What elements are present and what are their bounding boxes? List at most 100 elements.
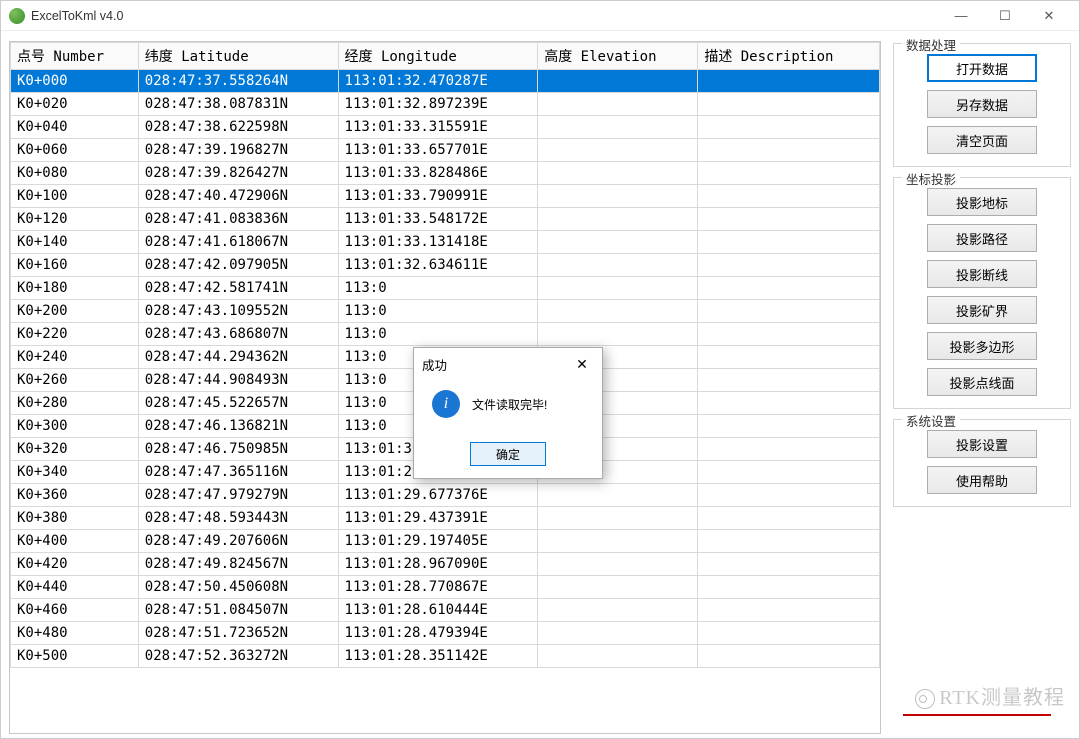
table-row[interactable]: K0+480028:47:51.723652N113:01:28.479394E bbox=[11, 622, 880, 645]
cell-num[interactable]: K0+280 bbox=[11, 392, 139, 415]
table-row[interactable]: K0+040028:47:38.622598N113:01:33.315591E bbox=[11, 116, 880, 139]
cell-elev[interactable] bbox=[538, 622, 698, 645]
cell-lat[interactable]: 028:47:47.365116N bbox=[138, 461, 338, 484]
cell-lat[interactable]: 028:47:39.196827N bbox=[138, 139, 338, 162]
open-data-button[interactable]: 打开数据 bbox=[927, 54, 1037, 82]
cell-elev[interactable] bbox=[538, 139, 698, 162]
cell-lat[interactable]: 028:47:37.558264N bbox=[138, 70, 338, 93]
cell-lon[interactable]: 113:0 bbox=[338, 277, 538, 300]
cell-desc[interactable] bbox=[698, 346, 880, 369]
cell-elev[interactable] bbox=[538, 231, 698, 254]
cell-lat[interactable]: 028:47:45.522657N bbox=[138, 392, 338, 415]
table-row[interactable]: K0+020028:47:38.087831N113:01:32.897239E bbox=[11, 93, 880, 116]
cell-lat[interactable]: 028:47:46.136821N bbox=[138, 415, 338, 438]
cell-elev[interactable] bbox=[538, 277, 698, 300]
cell-num[interactable]: K0+060 bbox=[11, 139, 139, 162]
proj-landmark-button[interactable]: 投影地标 bbox=[927, 188, 1037, 216]
table-row[interactable]: K0+100028:47:40.472906N113:01:33.790991E bbox=[11, 185, 880, 208]
table-row[interactable]: K0+180028:47:42.581741N113:0 bbox=[11, 277, 880, 300]
cell-desc[interactable] bbox=[698, 208, 880, 231]
cell-num[interactable]: K0+500 bbox=[11, 645, 139, 668]
cell-lat[interactable]: 028:47:46.750985N bbox=[138, 438, 338, 461]
cell-num[interactable]: K0+220 bbox=[11, 323, 139, 346]
cell-lat[interactable]: 028:47:40.472906N bbox=[138, 185, 338, 208]
cell-lon[interactable]: 113:01:29.437391E bbox=[338, 507, 538, 530]
cell-num[interactable]: K0+000 bbox=[11, 70, 139, 93]
cell-lon[interactable]: 113:01:32.897239E bbox=[338, 93, 538, 116]
table-row[interactable]: K0+140028:47:41.618067N113:01:33.131418E bbox=[11, 231, 880, 254]
cell-desc[interactable] bbox=[698, 369, 880, 392]
dialog-ok-button[interactable]: 确定 bbox=[470, 442, 546, 466]
cell-num[interactable]: K0+360 bbox=[11, 484, 139, 507]
table-row[interactable]: K0+120028:47:41.083836N113:01:33.548172E bbox=[11, 208, 880, 231]
cell-desc[interactable] bbox=[698, 254, 880, 277]
col-desc[interactable]: 描述 Description bbox=[698, 43, 880, 70]
table-row[interactable]: K0+460028:47:51.084507N113:01:28.610444E bbox=[11, 599, 880, 622]
table-row[interactable]: K0+360028:47:47.979279N113:01:29.677376E bbox=[11, 484, 880, 507]
cell-lon[interactable]: 113:01:28.479394E bbox=[338, 622, 538, 645]
cell-elev[interactable] bbox=[538, 553, 698, 576]
cell-desc[interactable] bbox=[698, 553, 880, 576]
cell-num[interactable]: K0+020 bbox=[11, 93, 139, 116]
cell-lat[interactable]: 028:47:50.450608N bbox=[138, 576, 338, 599]
cell-lon[interactable]: 113:01:28.351142E bbox=[338, 645, 538, 668]
cell-lon[interactable]: 113:01:33.131418E bbox=[338, 231, 538, 254]
cell-desc[interactable] bbox=[698, 162, 880, 185]
table-row[interactable]: K0+500028:47:52.363272N113:01:28.351142E bbox=[11, 645, 880, 668]
cell-lon[interactable]: 113:01:29.677376E bbox=[338, 484, 538, 507]
cell-elev[interactable] bbox=[538, 254, 698, 277]
maximize-button[interactable]: ☐ bbox=[983, 2, 1027, 30]
cell-elev[interactable] bbox=[538, 185, 698, 208]
cell-desc[interactable] bbox=[698, 599, 880, 622]
cell-desc[interactable] bbox=[698, 507, 880, 530]
cell-lat[interactable]: 028:47:51.723652N bbox=[138, 622, 338, 645]
cell-desc[interactable] bbox=[698, 277, 880, 300]
cell-lon[interactable]: 113:0 bbox=[338, 323, 538, 346]
cell-elev[interactable] bbox=[538, 70, 698, 93]
cell-lon[interactable]: 113:01:32.634611E bbox=[338, 254, 538, 277]
cell-num[interactable]: K0+320 bbox=[11, 438, 139, 461]
cell-num[interactable]: K0+240 bbox=[11, 346, 139, 369]
table-row[interactable]: K0+220028:47:43.686807N113:0 bbox=[11, 323, 880, 346]
cell-elev[interactable] bbox=[538, 645, 698, 668]
proj-path-button[interactable]: 投影路径 bbox=[927, 224, 1037, 252]
cell-lon[interactable]: 113:01:32.470287E bbox=[338, 70, 538, 93]
cell-desc[interactable] bbox=[698, 576, 880, 599]
table-row[interactable]: K0+200028:47:43.109552N113:0 bbox=[11, 300, 880, 323]
cell-num[interactable]: K0+300 bbox=[11, 415, 139, 438]
cell-elev[interactable] bbox=[538, 507, 698, 530]
cell-lon[interactable]: 113:01:28.770867E bbox=[338, 576, 538, 599]
col-num[interactable]: 点号 Number bbox=[11, 43, 139, 70]
cell-num[interactable]: K0+120 bbox=[11, 208, 139, 231]
cell-desc[interactable] bbox=[698, 300, 880, 323]
cell-num[interactable]: K0+420 bbox=[11, 553, 139, 576]
cell-num[interactable]: K0+400 bbox=[11, 530, 139, 553]
cell-num[interactable]: K0+480 bbox=[11, 622, 139, 645]
cell-num[interactable]: K0+260 bbox=[11, 369, 139, 392]
clear-page-button[interactable]: 清空页面 bbox=[927, 126, 1037, 154]
cell-desc[interactable] bbox=[698, 461, 880, 484]
cell-num[interactable]: K0+200 bbox=[11, 300, 139, 323]
close-button[interactable]: ✕ bbox=[1027, 2, 1071, 30]
proj-breakline-button[interactable]: 投影断线 bbox=[927, 260, 1037, 288]
cell-desc[interactable] bbox=[698, 231, 880, 254]
cell-lat[interactable]: 028:47:49.824567N bbox=[138, 553, 338, 576]
cell-elev[interactable] bbox=[538, 208, 698, 231]
cell-desc[interactable] bbox=[698, 484, 880, 507]
cell-lat[interactable]: 028:47:38.622598N bbox=[138, 116, 338, 139]
proj-polygon-button[interactable]: 投影多边形 bbox=[927, 332, 1037, 360]
col-lon[interactable]: 经度 Longitude bbox=[338, 43, 538, 70]
cell-num[interactable]: K0+180 bbox=[11, 277, 139, 300]
cell-elev[interactable] bbox=[538, 93, 698, 116]
cell-elev[interactable] bbox=[538, 576, 698, 599]
cell-num[interactable]: K0+040 bbox=[11, 116, 139, 139]
cell-lat[interactable]: 028:47:43.109552N bbox=[138, 300, 338, 323]
table-row[interactable]: K0+000028:47:37.558264N113:01:32.470287E bbox=[11, 70, 880, 93]
cell-lat[interactable]: 028:47:43.686807N bbox=[138, 323, 338, 346]
cell-lon[interactable]: 113:01:29.197405E bbox=[338, 530, 538, 553]
cell-lat[interactable]: 028:47:38.087831N bbox=[138, 93, 338, 116]
cell-lon[interactable]: 113:01:33.790991E bbox=[338, 185, 538, 208]
table-row[interactable]: K0+400028:47:49.207606N113:01:29.197405E bbox=[11, 530, 880, 553]
minimize-button[interactable]: — bbox=[939, 2, 983, 30]
proj-boundary-button[interactable]: 投影矿界 bbox=[927, 296, 1037, 324]
